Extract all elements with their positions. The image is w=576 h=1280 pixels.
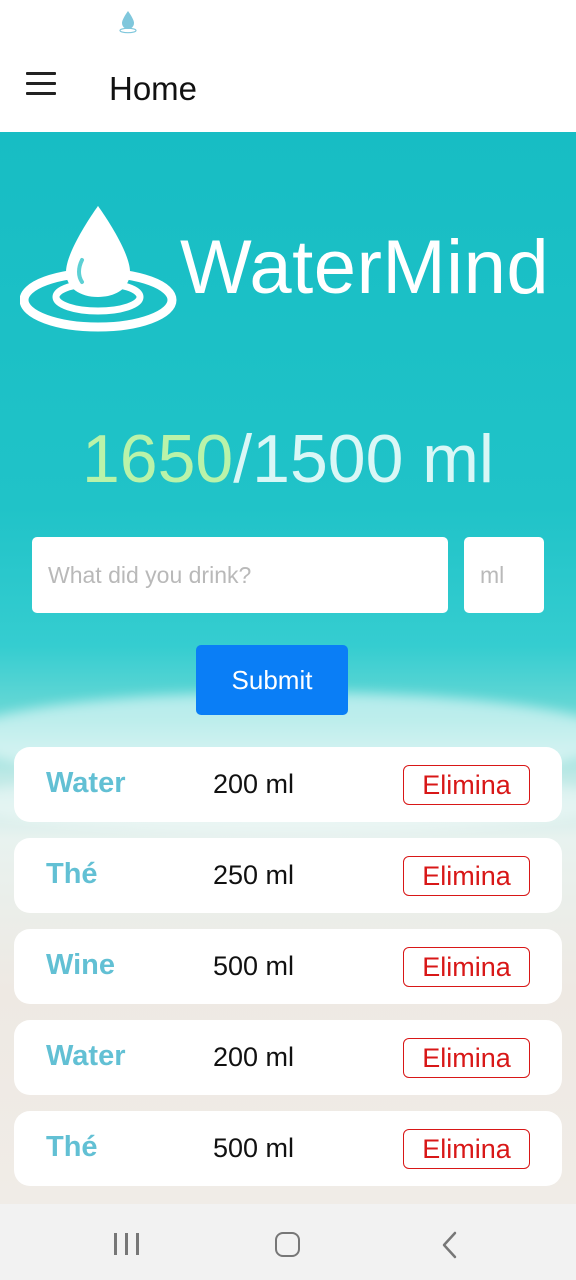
water-drop-icon — [119, 11, 137, 34]
recents-icon[interactable] — [114, 1233, 140, 1255]
drink-name: Water — [46, 767, 126, 799]
list-item: Thé 500 ml Elimina — [14, 1111, 562, 1186]
drink-name: Wine — [46, 949, 116, 981]
delete-button[interactable]: Elimina — [403, 1129, 530, 1169]
counter-separator: / — [233, 421, 253, 497]
main-content: WaterMind 1650/1500 ml Submit Water 200 … — [0, 132, 576, 1204]
page-title: Home — [109, 70, 198, 107]
back-icon[interactable] — [440, 1230, 460, 1260]
delete-button[interactable]: Elimina — [403, 856, 530, 896]
delete-button[interactable]: Elimina — [403, 947, 530, 987]
system-nav-bar — [0, 1204, 576, 1280]
drink-amount: 500 ml — [213, 1133, 295, 1163]
intake-counter: 1650/1500 ml — [0, 420, 576, 498]
drink-name: Water — [46, 1040, 126, 1072]
delete-button[interactable]: Elimina — [403, 1038, 530, 1078]
list-item: Thé 250 ml Elimina — [14, 838, 562, 913]
daily-goal: 1500 ml — [252, 421, 495, 497]
drink-amount: 500 ml — [213, 951, 295, 981]
drink-name: Thé — [46, 858, 98, 890]
drink-amount: 250 ml — [213, 860, 295, 890]
current-intake: 1650 — [81, 421, 234, 497]
home-icon[interactable] — [275, 1232, 300, 1257]
list-item: Water 200 ml Elimina — [14, 747, 562, 822]
list-item: Wine 500 ml Elimina — [14, 929, 562, 1004]
drink-amount: 200 ml — [213, 1042, 295, 1072]
delete-button[interactable]: Elimina — [403, 765, 530, 805]
hamburger-menu-icon[interactable] — [22, 72, 62, 106]
status-bar — [0, 0, 576, 44]
drink-list: Water 200 ml Elimina Thé 250 ml Elimina … — [14, 747, 562, 1202]
drink-amount: 200 ml — [213, 769, 295, 799]
app-logo: WaterMind — [20, 202, 560, 342]
drink-name-input[interactable] — [32, 537, 448, 613]
submit-button[interactable]: Submit — [196, 645, 348, 715]
list-item: Water 200 ml Elimina — [14, 1020, 562, 1095]
app-bar: Home — [0, 44, 576, 132]
water-drop-logo-icon — [20, 206, 177, 332]
drink-name: Thé — [46, 1131, 98, 1163]
logo-text: WaterMind — [180, 225, 550, 310]
amount-ml-input[interactable] — [464, 537, 544, 613]
